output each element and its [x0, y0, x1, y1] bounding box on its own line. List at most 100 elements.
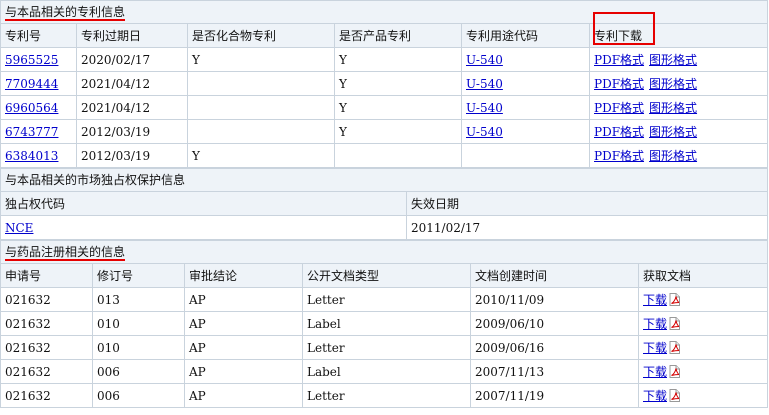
revision-no: 006: [92, 359, 185, 384]
patent-expiry: 2021/04/12: [76, 71, 188, 96]
patent-number-link[interactable]: 5965525: [5, 53, 58, 67]
pdf-format-link[interactable]: PDF格式: [594, 125, 644, 139]
col-header-application-no: 申请号: [0, 263, 93, 288]
pdf-format-link[interactable]: PDF格式: [594, 53, 644, 67]
document-date: 2009/06/16: [470, 335, 639, 360]
application-no: 021632: [0, 287, 93, 312]
product-flag: Y: [334, 71, 462, 96]
image-format-link[interactable]: 图形格式: [649, 149, 697, 163]
application-no: 021632: [0, 311, 93, 336]
page: 与本品相关的专利信息 专利号 专利过期日 是否化合物专利 是否产品专利 专利用途…: [0, 0, 769, 408]
document-date: 2009/06/10: [470, 311, 639, 336]
table-row: 021632 013 AP Letter 2010/11/09 下载: [0, 287, 769, 312]
patent-number-link[interactable]: 6384013: [5, 149, 58, 163]
document-date: 2007/11/19: [470, 383, 639, 408]
exclusivity-expiry: 2011/02/17: [405, 215, 769, 240]
exclusivity-section-title: 与本品相关的市场独占权保护信息: [0, 168, 769, 192]
document-type: Label: [302, 311, 471, 336]
col-header-exclusivity-code: 独占权代码: [0, 191, 407, 216]
approval-result: AP: [184, 335, 303, 360]
col-header-patent-no: 专利号: [0, 23, 77, 48]
approval-result: AP: [184, 383, 303, 408]
approval-result: AP: [184, 287, 303, 312]
document-type: Letter: [302, 287, 471, 312]
registration-section-title: 与药品注册相关的信息: [5, 245, 126, 261]
application-no: 021632: [0, 383, 93, 408]
exclusivity-header-row: 独占权代码 失效日期: [0, 191, 769, 216]
col-header-get-document: 获取文档: [637, 263, 769, 288]
col-header-compound-patent: 是否化合物专利: [187, 23, 335, 48]
download-link[interactable]: 下载: [643, 389, 667, 403]
product-flag: Y: [334, 119, 462, 144]
registration-table: 与药品注册相关的信息 申请号 修订号 审批结论 公开文档类型 文档创建时间 获取…: [0, 240, 769, 408]
col-header-document-date: 文档创建时间: [470, 263, 639, 288]
approval-result: AP: [184, 359, 303, 384]
compound-flag: [187, 71, 335, 96]
pdf-file-icon[interactable]: [669, 364, 681, 378]
table-row: 021632 006 AP Label 2007/11/13 下载: [0, 359, 769, 384]
compound-flag: [187, 95, 335, 120]
revision-no: 010: [92, 335, 185, 360]
col-header-document-type: 公开文档类型: [302, 263, 471, 288]
col-header-patent-expiry: 专利过期日: [76, 23, 188, 48]
use-code-link[interactable]: U-540: [466, 125, 503, 139]
revision-no: 006: [92, 383, 185, 408]
pdf-format-link[interactable]: PDF格式: [594, 149, 644, 163]
image-format-link[interactable]: 图形格式: [649, 77, 697, 91]
table-row: 021632 010 AP Label 2009/06/10 下载: [0, 311, 769, 336]
use-code-empty: [461, 143, 590, 168]
pdf-file-icon[interactable]: [669, 292, 681, 306]
table-row: 6960564 2021/04/12 Y U-540 PDF格式 图形格式: [0, 95, 769, 120]
patent-expiry: 2012/03/19: [76, 143, 188, 168]
table-row: 021632 006 AP Letter 2007/11/19 下载: [0, 383, 769, 408]
patent-expiry: 2021/04/12: [76, 95, 188, 120]
use-code-link[interactable]: U-540: [466, 101, 503, 115]
pdf-format-link[interactable]: PDF格式: [594, 77, 644, 91]
patent-expiry: 2020/02/17: [76, 47, 188, 72]
col-header-product-patent: 是否产品专利: [334, 23, 462, 48]
use-code-link[interactable]: U-540: [466, 53, 503, 67]
revision-no: 013: [92, 287, 185, 312]
highlight-box-patent-download: [593, 12, 655, 45]
table-row: NCE 2011/02/17: [0, 215, 769, 240]
download-link[interactable]: 下载: [643, 341, 667, 355]
pdf-file-icon[interactable]: [669, 340, 681, 354]
download-link[interactable]: 下载: [643, 293, 667, 307]
download-link[interactable]: 下载: [643, 317, 667, 331]
table-row: 6743777 2012/03/19 Y U-540 PDF格式 图形格式: [0, 119, 769, 144]
compound-flag: Y: [187, 47, 335, 72]
patent-section-title: 与本品相关的专利信息: [5, 5, 126, 21]
image-format-link[interactable]: 图形格式: [649, 101, 697, 115]
product-flag: Y: [334, 47, 462, 72]
col-header-use-code: 专利用途代码: [461, 23, 590, 48]
table-row: 021632 010 AP Letter 2009/06/16 下载: [0, 335, 769, 360]
patent-expiry: 2012/03/19: [76, 119, 188, 144]
compound-flag: Y: [187, 143, 335, 168]
registration-header-row: 申请号 修订号 审批结论 公开文档类型 文档创建时间 获取文档: [0, 263, 769, 288]
patent-number-link[interactable]: 6960564: [5, 101, 58, 115]
revision-no: 010: [92, 311, 185, 336]
image-format-link[interactable]: 图形格式: [649, 125, 697, 139]
document-type: Label: [302, 359, 471, 384]
document-type: Letter: [302, 335, 471, 360]
col-header-approval-result: 审批结论: [184, 263, 303, 288]
approval-result: AP: [184, 311, 303, 336]
pdf-file-icon[interactable]: [669, 316, 681, 330]
exclusivity-code-link[interactable]: NCE: [5, 221, 33, 235]
document-date: 2007/11/13: [470, 359, 639, 384]
table-row: 6384013 2012/03/19 Y PDF格式 图形格式: [0, 143, 769, 168]
download-link[interactable]: 下载: [643, 365, 667, 379]
pdf-format-link[interactable]: PDF格式: [594, 101, 644, 115]
col-header-exclusivity-expiry: 失效日期: [405, 191, 769, 216]
image-format-link[interactable]: 图形格式: [649, 53, 697, 67]
registration-section-header: 与药品注册相关的信息: [0, 240, 769, 264]
patent-number-link[interactable]: 6743777: [5, 125, 58, 139]
product-flag: [334, 143, 462, 168]
pdf-file-icon[interactable]: [669, 388, 681, 402]
table-row: 5965525 2020/02/17 Y Y U-540 PDF格式 图形格式: [0, 47, 769, 72]
product-flag: Y: [334, 95, 462, 120]
compound-flag: [187, 119, 335, 144]
use-code-link[interactable]: U-540: [466, 77, 503, 91]
exclusivity-table: 与本品相关的市场独占权保护信息 独占权代码 失效日期 NCE 2011/02/1…: [0, 168, 769, 240]
patent-number-link[interactable]: 7709444: [5, 77, 58, 91]
